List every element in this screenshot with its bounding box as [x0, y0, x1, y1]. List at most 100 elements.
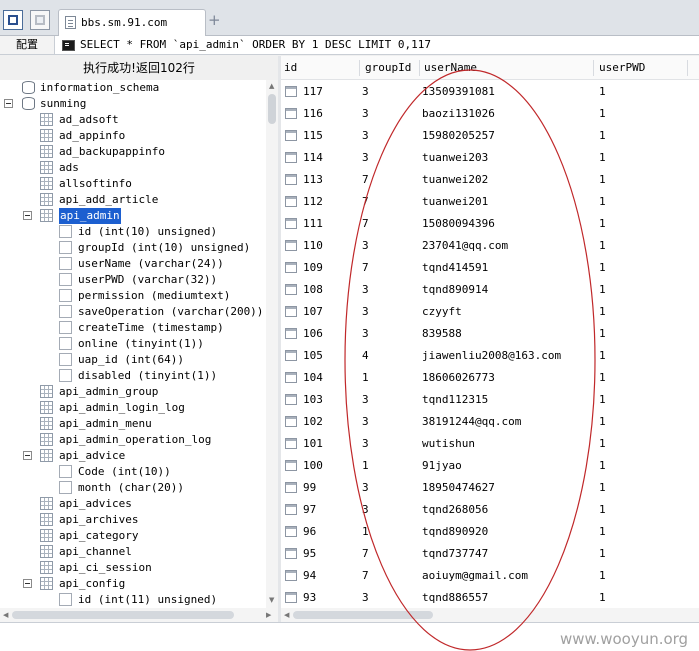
table-row[interactable]: 116 3 baozi131026 1 — [281, 103, 699, 125]
database-node[interactable]: information_schema — [0, 80, 266, 96]
table-row[interactable]: 105 4 jiawenliu2008@163.com 1 — [281, 345, 699, 367]
column-node[interactable]: permission (mediumtext) — [0, 288, 266, 304]
row-icon[interactable] — [285, 240, 297, 251]
table-row[interactable]: 102 3 38191244@qq.com 1 — [281, 411, 699, 433]
tree-horizontal-scrollbar[interactable]: ◀ ▶ — [0, 608, 278, 622]
table-row[interactable]: 111 7 15080094396 1 — [281, 213, 699, 235]
column-node[interactable]: disabled (tinyint(1)) — [0, 368, 266, 384]
table-row[interactable]: 99 3 18950474627 1 — [281, 477, 699, 499]
table-row[interactable]: 113 7 tuanwei202 1 — [281, 169, 699, 191]
row-icon[interactable] — [285, 174, 297, 185]
column-header-0[interactable]: id — [284, 56, 297, 80]
table-node[interactable]: api_archives — [0, 512, 266, 528]
row-icon[interactable] — [285, 284, 297, 295]
table-row[interactable]: 96 1 tqnd890920 1 — [281, 521, 699, 543]
collapse-toggle-icon[interactable] — [23, 211, 32, 220]
table-node[interactable]: api_ci_session — [0, 560, 266, 576]
tree-vertical-scrollbar[interactable]: ▲ ▼ — [266, 80, 278, 608]
column-header-3[interactable]: userPWD — [599, 56, 645, 80]
grid-horizontal-scrollbar[interactable]: ◀ — [281, 608, 699, 622]
tab-overview-button[interactable] — [30, 10, 50, 30]
table-row[interactable]: 104 1 18606026773 1 — [281, 367, 699, 389]
table-row[interactable]: 101 3 wutishun 1 — [281, 433, 699, 455]
scroll-thumb[interactable] — [293, 611, 433, 619]
row-icon[interactable] — [285, 328, 297, 339]
table-node[interactable]: api_config — [0, 576, 266, 592]
column-node[interactable]: saveOperation (varchar(200)) — [0, 304, 266, 320]
table-row[interactable]: 94 7 aoiuym@gmail.com 1 — [281, 565, 699, 587]
table-node[interactable]: api_admin_operation_log — [0, 432, 266, 448]
column-node[interactable]: createTime (timestamp) — [0, 320, 266, 336]
table-row[interactable]: 103 3 tqnd112315 1 — [281, 389, 699, 411]
table-row[interactable]: 106 3 839588 1 — [281, 323, 699, 345]
row-icon[interactable] — [285, 438, 297, 449]
column-node[interactable]: userPWD (varchar(32)) — [0, 272, 266, 288]
table-node[interactable]: ad_appinfo — [0, 128, 266, 144]
row-icon[interactable] — [285, 86, 297, 97]
table-row[interactable]: 97 3 tqnd268056 1 — [281, 499, 699, 521]
row-icon[interactable] — [285, 306, 297, 317]
table-node[interactable]: ad_adsoft — [0, 112, 266, 128]
row-icon[interactable] — [285, 262, 297, 273]
row-icon[interactable] — [285, 482, 297, 493]
column-node[interactable]: groupId (int(10) unsigned) — [0, 240, 266, 256]
row-icon[interactable] — [285, 196, 297, 207]
row-icon[interactable] — [285, 152, 297, 163]
row-icon[interactable] — [285, 416, 297, 427]
row-icon[interactable] — [285, 372, 297, 383]
table-row[interactable]: 114 3 tuanwei203 1 — [281, 147, 699, 169]
column-header-2[interactable]: userName — [424, 56, 477, 80]
scroll-thumb[interactable] — [268, 94, 276, 124]
table-row[interactable]: 93 3 tqnd886557 1 — [281, 587, 699, 608]
table-row[interactable]: 107 3 czyyft 1 — [281, 301, 699, 323]
column-node[interactable]: uap_id (int(64)) — [0, 352, 266, 368]
table-row[interactable]: 95 7 tqnd737747 1 — [281, 543, 699, 565]
column-node[interactable]: id (int(11) unsigned) — [0, 592, 266, 608]
column-node[interactable]: userName (varchar(24)) — [0, 256, 266, 272]
row-icon[interactable] — [285, 394, 297, 405]
database-node[interactable]: sunming — [0, 96, 266, 112]
scroll-right-icon[interactable]: ▶ — [266, 611, 271, 619]
row-icon[interactable] — [285, 504, 297, 515]
table-node[interactable]: ads — [0, 160, 266, 176]
new-tab-button[interactable]: + — [208, 11, 221, 29]
table-row[interactable]: 100 1 91jyao 1 — [281, 455, 699, 477]
scroll-thumb[interactable] — [12, 611, 234, 619]
row-icon[interactable] — [285, 460, 297, 471]
table-node[interactable]: api_admin_login_log — [0, 400, 266, 416]
column-separator[interactable] — [593, 60, 594, 76]
scroll-up-icon[interactable]: ▲ — [269, 82, 274, 90]
table-node[interactable]: api_advice — [0, 448, 266, 464]
browser-tab[interactable]: bbs.sm.91.com — [58, 9, 206, 36]
table-node[interactable]: api_add_article — [0, 192, 266, 208]
column-node[interactable]: month (char(20)) — [0, 480, 266, 496]
column-separator[interactable] — [687, 60, 688, 76]
table-row[interactable]: 115 3 15980205257 1 — [281, 125, 699, 147]
table-node[interactable]: ad_backupappinfo — [0, 144, 266, 160]
row-icon[interactable] — [285, 350, 297, 361]
row-icon[interactable] — [285, 592, 297, 603]
table-row[interactable]: 109 7 tqnd414591 1 — [281, 257, 699, 279]
table-node[interactable]: api_category — [0, 528, 266, 544]
config-button[interactable]: 配置 — [0, 36, 55, 54]
table-node[interactable]: api_admin — [0, 208, 266, 224]
row-icon[interactable] — [285, 108, 297, 119]
row-icon[interactable] — [285, 526, 297, 537]
column-node[interactable]: id (int(10) unsigned) — [0, 224, 266, 240]
column-node[interactable]: online (tinyint(1)) — [0, 336, 266, 352]
scroll-left-icon[interactable]: ◀ — [3, 611, 8, 619]
scroll-left-icon[interactable]: ◀ — [284, 611, 289, 619]
collapse-toggle-icon[interactable] — [23, 579, 32, 588]
sidebar-toggle-button[interactable] — [3, 10, 23, 30]
table-node[interactable]: allsoftinfo — [0, 176, 266, 192]
table-row[interactable]: 117 3 13509391081 1 — [281, 81, 699, 103]
sql-query-input[interactable]: SELECT * FROM `api_admin` ORDER BY 1 DES… — [80, 38, 431, 51]
table-node[interactable]: api_channel — [0, 544, 266, 560]
row-icon[interactable] — [285, 130, 297, 141]
column-header-1[interactable]: groupId — [365, 56, 411, 80]
row-icon[interactable] — [285, 548, 297, 559]
table-row[interactable]: 108 3 tqnd890914 1 — [281, 279, 699, 301]
column-separator[interactable] — [419, 60, 420, 76]
collapse-toggle-icon[interactable] — [23, 451, 32, 460]
row-icon[interactable] — [285, 570, 297, 581]
